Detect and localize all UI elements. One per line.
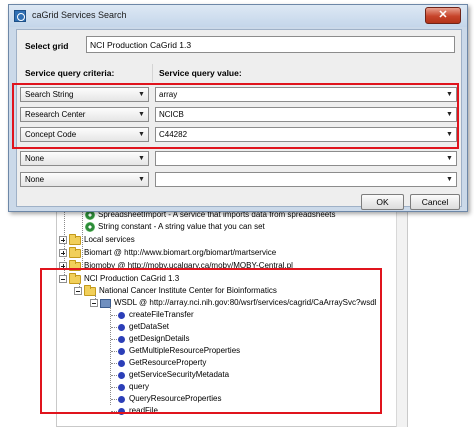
gear-icon <box>85 222 95 232</box>
expand-icon[interactable] <box>59 236 67 244</box>
highlight-box-query-rows <box>12 83 459 149</box>
query-value-input[interactable]: ▼ <box>155 151 457 166</box>
chevron-down-icon[interactable]: ▼ <box>135 173 148 186</box>
header-divider <box>152 64 153 82</box>
chevron-down-icon[interactable]: ▼ <box>135 152 148 165</box>
grid-selector[interactable]: NCI Production CaGrid 1.3 <box>86 36 455 53</box>
close-button[interactable]: ✕ <box>425 7 461 24</box>
criteria-table-header: Service query criteria: Service query va… <box>19 64 459 82</box>
title-bar[interactable]: caGrid Services Search ✕ <box>9 5 467 27</box>
expand-icon[interactable] <box>59 249 67 257</box>
tree-item-biomart[interactable]: Biomart @ http://www.biomart.org/biomart… <box>59 246 276 259</box>
folder-icon <box>69 246 81 258</box>
tree-scrollbar[interactable] <box>396 205 407 427</box>
select-grid-label: Select grid <box>25 41 69 51</box>
criteria-select-value: None <box>25 154 45 163</box>
grid-selector-value: NCI Production CaGrid 1.3 <box>90 40 192 50</box>
criteria-column-header: Service query criteria: <box>25 68 115 78</box>
app-icon <box>14 10 26 22</box>
ok-button[interactable]: OK <box>361 194 404 210</box>
tree-item-string-constant[interactable]: String constant - A string value that yo… <box>85 221 265 233</box>
criteria-select[interactable]: None ▼ <box>20 172 149 187</box>
chevron-down-icon[interactable]: ▼ <box>443 152 456 165</box>
tree-item-local-services[interactable]: Local services <box>59 233 135 246</box>
cancel-button[interactable]: Cancel <box>410 194 460 210</box>
folder-icon <box>69 233 81 245</box>
criteria-select-value: None <box>25 175 45 184</box>
highlight-box-service-tree <box>40 268 382 414</box>
query-value-input[interactable]: ▼ <box>155 172 457 187</box>
value-column-header: Service query value: <box>159 68 242 78</box>
criteria-select[interactable]: None ▼ <box>20 151 149 166</box>
chevron-down-icon[interactable]: ▼ <box>443 173 456 186</box>
window-title: caGrid Services Search <box>32 10 127 20</box>
